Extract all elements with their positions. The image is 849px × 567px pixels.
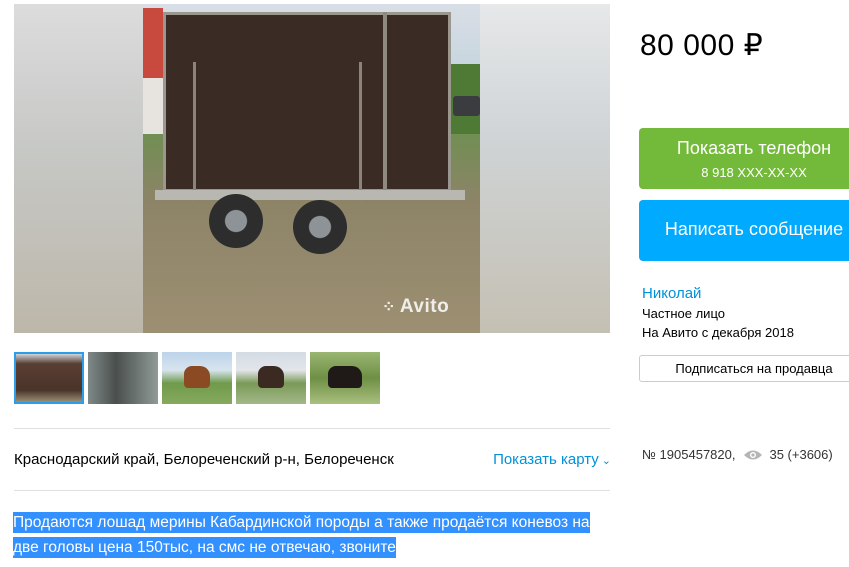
trailer-body [163, 12, 451, 192]
trailer-wheel [209, 194, 263, 248]
avito-watermark: ⁘ Avito [382, 296, 450, 317]
chevron-down-icon: ⌄ [601, 455, 611, 467]
main-photo[interactable] [14, 4, 610, 333]
write-message-button[interactable]: Написать сообщение [639, 200, 849, 261]
show-map-label: Показать карту [493, 451, 599, 468]
ad-number: № 1905457820, [642, 447, 736, 462]
trailer-inside-photo-icon [88, 352, 158, 404]
ad-meta: № 1905457820, 35 (+3606) [642, 447, 833, 462]
house-wall [143, 8, 163, 78]
show-phone-button[interactable]: Показать телефон 8 918 XXX-XX-XX [639, 128, 849, 189]
thumbnail-5[interactable] [310, 352, 380, 404]
black-horse-photo-icon [328, 366, 362, 388]
trailer-photo-image [143, 4, 480, 333]
trailer-photo-icon [16, 354, 82, 402]
photo-blur-right [480, 4, 610, 333]
house-wall-lower [143, 78, 163, 134]
trailer-door-edge [383, 12, 387, 192]
show-phone-label: Показать телефон [676, 138, 832, 158]
trailer-rail [359, 62, 362, 202]
brown-horse-photo-icon [184, 366, 210, 388]
address-text: Краснодарский край, Белореченский р-н, Б… [14, 451, 394, 468]
views-count: 35 (+3606) [769, 447, 833, 462]
divider [14, 490, 610, 491]
price: 80 000 ₽ [640, 29, 764, 62]
thumbnail-1[interactable] [14, 352, 84, 404]
show-map-link[interactable]: Показать карту ⌄ [493, 451, 611, 468]
seller-type: Частное лицо [642, 306, 725, 321]
dark-horse-photo-icon [258, 366, 284, 388]
write-message-label: Написать сообщение [664, 219, 844, 239]
description-text: Продаются лошад мерины Кабардинской поро… [13, 512, 590, 558]
eye-icon [743, 449, 763, 461]
trailer-rail [193, 62, 196, 202]
avito-logo-icon: ⁘ [382, 299, 396, 316]
subscribe-seller-button[interactable]: Подписаться на продавца [639, 355, 849, 382]
background-car [453, 96, 480, 116]
thumbnail-3[interactable] [162, 352, 232, 404]
trailer-wheel [293, 200, 347, 254]
thumbnail-2[interactable] [88, 352, 158, 404]
seller-since: На Авито с декабря 2018 [642, 325, 794, 340]
seller-name-link[interactable]: Николай [642, 285, 701, 302]
phone-number: 8 918 XXX-XX-XX [701, 165, 807, 180]
thumbnail-4[interactable] [236, 352, 306, 404]
divider [14, 428, 610, 429]
ad-description: Продаются лошад мерины Кабардинской поро… [13, 510, 613, 560]
photo-blur-left [14, 4, 143, 333]
trailer-frame [155, 190, 465, 200]
